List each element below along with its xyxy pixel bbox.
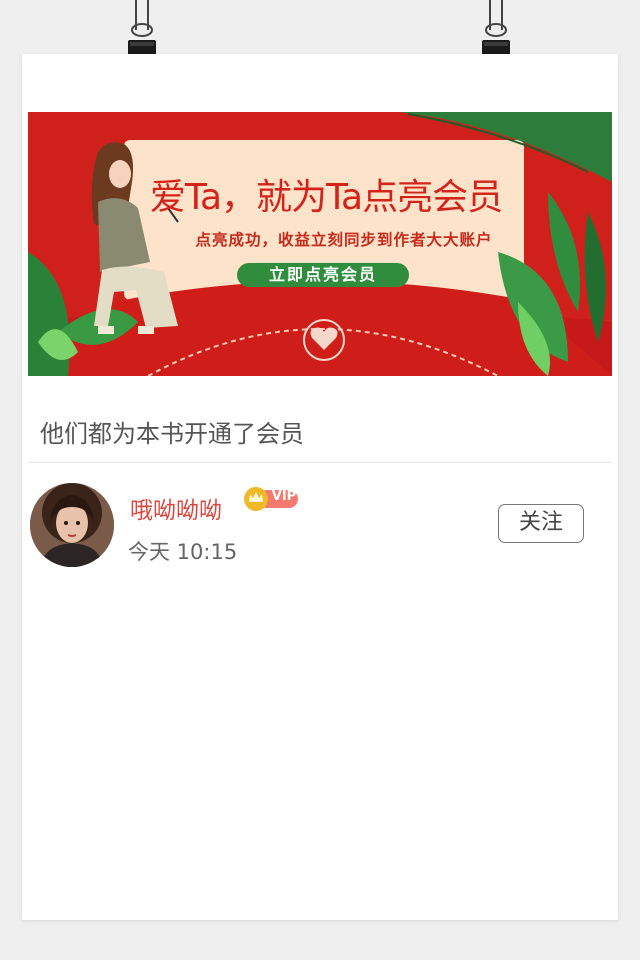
divider: [28, 462, 612, 463]
crown-icon: [244, 487, 268, 511]
member-name[interactable]: 哦呦呦呦: [130, 491, 222, 525]
membership-banner[interactable]: 爱Ta，就为Ta点亮会员 点亮成功，收益立刻同步到作者大大账户 立即点亮会员: [28, 112, 612, 376]
follow-button[interactable]: 关注: [498, 504, 584, 543]
banner-title: 爱Ta，就为Ta点亮会员: [149, 177, 503, 218]
member-time: 今天 10:15: [128, 540, 238, 564]
banner-subtitle: 点亮成功，收益立刻同步到作者大大账户: [195, 231, 493, 249]
section-title: 他们都为本书开通了会员: [40, 420, 304, 448]
content-card: 爱Ta，就为Ta点亮会员 点亮成功，收益立刻同步到作者大大账户 立即点亮会员 他…: [22, 54, 618, 920]
vip-label: VIP: [271, 489, 297, 504]
avatar[interactable]: [30, 483, 114, 567]
list-item[interactable]: 哦呦呦呦 VIP 今天 10:15 关注: [22, 479, 618, 575]
activate-membership-button[interactable]: 立即点亮会员: [237, 263, 409, 287]
